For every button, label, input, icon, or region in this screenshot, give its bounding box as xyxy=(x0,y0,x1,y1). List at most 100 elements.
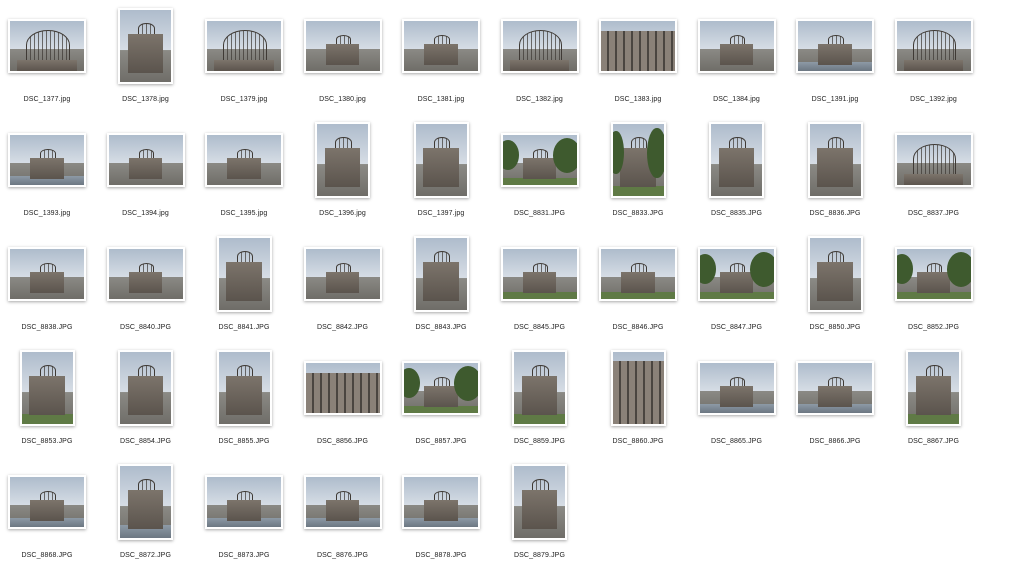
file-item[interactable]: DSC_8846.JPG xyxy=(589,231,687,345)
file-item[interactable]: DSC_8831.JPG xyxy=(491,117,589,231)
thumbnail-image[interactable] xyxy=(906,350,961,426)
file-name-label[interactable]: DSC_1382.jpg xyxy=(491,96,589,103)
file-item[interactable]: DSC_8854.JPG xyxy=(97,345,195,459)
file-name-label[interactable]: DSC_1379.jpg xyxy=(195,96,293,103)
file-name-label[interactable]: DSC_8873.JPG xyxy=(195,552,293,559)
file-item[interactable]: DSC_8841.JPG xyxy=(195,231,293,345)
thumbnail-image[interactable] xyxy=(512,350,567,426)
file-item[interactable]: DSC_1379.jpg xyxy=(195,3,293,117)
thumbnail-image[interactable] xyxy=(8,19,86,73)
file-item[interactable]: DSC_8847.JPG xyxy=(688,231,786,345)
thumbnail-image[interactable] xyxy=(106,133,185,187)
file-item[interactable]: DSC_1391.jpg xyxy=(786,3,884,117)
file-name-label[interactable]: DSC_1378.jpg xyxy=(97,96,195,103)
file-name-label[interactable]: DSC_8855.JPG xyxy=(195,438,293,445)
file-item[interactable]: DSC_8872.JPG xyxy=(97,459,195,573)
file-name-label[interactable]: DSC_8836.JPG xyxy=(786,210,884,217)
thumbnail-image[interactable] xyxy=(894,247,973,301)
thumbnail-image[interactable] xyxy=(303,475,382,529)
thumbnail-image[interactable] xyxy=(8,133,86,187)
file-item[interactable]: DSC_8868.JPG xyxy=(0,459,96,573)
file-item[interactable]: DSC_8833.JPG xyxy=(589,117,687,231)
file-name-label[interactable]: DSC_8876.JPG xyxy=(294,552,392,559)
thumbnail-image[interactable] xyxy=(894,133,973,187)
file-name-label[interactable]: DSC_8854.JPG xyxy=(97,438,195,445)
thumbnail-image[interactable] xyxy=(697,19,776,73)
file-item[interactable]: DSC_8856.JPG xyxy=(294,345,392,459)
thumbnail-image[interactable] xyxy=(697,361,776,415)
file-item[interactable]: DSC_1384.jpg xyxy=(688,3,786,117)
file-item[interactable]: DSC_1380.jpg xyxy=(294,3,392,117)
file-name-label[interactable]: DSC_1383.jpg xyxy=(589,96,687,103)
file-name-label[interactable]: DSC_8866.JPG xyxy=(786,438,884,445)
file-item[interactable]: DSC_8866.JPG xyxy=(786,345,884,459)
file-name-label[interactable]: DSC_8865.JPG xyxy=(688,438,786,445)
file-name-label[interactable]: DSC_8845.JPG xyxy=(491,324,589,331)
thumbnail-image[interactable] xyxy=(413,236,469,312)
file-item[interactable]: DSC_1396.jpg xyxy=(294,117,392,231)
file-item[interactable]: DSC_1382.jpg xyxy=(491,3,589,117)
file-name-label[interactable]: DSC_1394.jpg xyxy=(97,210,195,217)
file-item[interactable]: DSC_8852.JPG xyxy=(885,231,983,345)
file-name-label[interactable]: DSC_8853.JPG xyxy=(0,438,96,445)
thumbnail-image[interactable] xyxy=(205,19,283,73)
file-name-label[interactable]: DSC_8835.JPG xyxy=(688,210,786,217)
thumbnail-image[interactable] xyxy=(303,247,382,301)
thumbnail-image[interactable] xyxy=(315,122,370,198)
file-item[interactable]: DSC_1392.jpg xyxy=(885,3,983,117)
file-item[interactable]: DSC_8879.JPG xyxy=(491,459,589,573)
file-item[interactable]: DSC_8860.JPG xyxy=(589,345,687,459)
file-item[interactable]: DSC_1383.jpg xyxy=(589,3,687,117)
file-name-label[interactable]: DSC_8833.JPG xyxy=(589,210,687,217)
thumbnail-image[interactable] xyxy=(796,19,874,73)
thumbnail-image[interactable] xyxy=(216,236,272,312)
file-item[interactable]: DSC_1381.jpg xyxy=(392,3,490,117)
file-item[interactable]: DSC_8843.JPG xyxy=(392,231,490,345)
thumbnail-image[interactable] xyxy=(402,475,480,529)
file-item[interactable]: DSC_8850.JPG xyxy=(786,231,884,345)
file-name-label[interactable]: DSC_1380.jpg xyxy=(294,96,392,103)
file-item[interactable]: DSC_8873.JPG xyxy=(195,459,293,573)
file-item[interactable]: DSC_8876.JPG xyxy=(294,459,392,573)
thumbnail-image[interactable] xyxy=(413,122,469,198)
file-item[interactable]: DSC_8853.JPG xyxy=(0,345,96,459)
file-item[interactable]: DSC_8838.JPG xyxy=(0,231,96,345)
thumbnail-image[interactable] xyxy=(8,475,86,529)
file-item[interactable]: DSC_8842.JPG xyxy=(294,231,392,345)
file-item[interactable]: DSC_1377.jpg xyxy=(0,3,96,117)
file-name-label[interactable]: DSC_1392.jpg xyxy=(885,96,983,103)
thumbnail-image[interactable] xyxy=(8,247,86,301)
thumbnail-image[interactable] xyxy=(697,247,776,301)
file-item[interactable]: DSC_1378.jpg xyxy=(97,3,195,117)
thumbnail-image[interactable] xyxy=(500,247,579,301)
file-name-label[interactable]: DSC_8841.JPG xyxy=(195,324,293,331)
thumbnail-image[interactable] xyxy=(118,8,173,84)
file-name-label[interactable]: DSC_8879.JPG xyxy=(491,552,589,559)
thumbnail-image[interactable] xyxy=(118,464,173,540)
file-name-label[interactable]: DSC_8842.JPG xyxy=(294,324,392,331)
file-name-label[interactable]: DSC_1393.jpg xyxy=(0,210,96,217)
file-item[interactable]: DSC_8835.JPG xyxy=(688,117,786,231)
file-name-label[interactable]: DSC_8867.JPG xyxy=(885,438,983,445)
file-name-label[interactable]: DSC_8840.JPG xyxy=(97,324,195,331)
thumbnail-image[interactable] xyxy=(500,133,579,187)
file-name-label[interactable]: DSC_8838.JPG xyxy=(0,324,96,331)
file-name-label[interactable]: DSC_8878.JPG xyxy=(392,552,490,559)
file-name-label[interactable]: DSC_8847.JPG xyxy=(688,324,786,331)
file-name-label[interactable]: DSC_1384.jpg xyxy=(688,96,786,103)
thumbnail-image[interactable] xyxy=(610,350,666,426)
file-name-label[interactable]: DSC_8872.JPG xyxy=(97,552,195,559)
file-item[interactable]: DSC_8878.JPG xyxy=(392,459,490,573)
file-name-label[interactable]: DSC_8850.JPG xyxy=(786,324,884,331)
file-name-label[interactable]: DSC_1396.jpg xyxy=(294,210,392,217)
file-name-label[interactable]: DSC_8837.JPG xyxy=(885,210,983,217)
file-item[interactable]: DSC_8837.JPG xyxy=(885,117,983,231)
file-item[interactable]: DSC_1393.jpg xyxy=(0,117,96,231)
thumbnail-image[interactable] xyxy=(894,19,973,73)
thumbnail-image[interactable] xyxy=(216,350,272,426)
file-item[interactable]: DSC_1394.jpg xyxy=(97,117,195,231)
file-name-label[interactable]: DSC_1377.jpg xyxy=(0,96,96,103)
file-item[interactable]: DSC_8845.JPG xyxy=(491,231,589,345)
thumbnail-image[interactable] xyxy=(303,361,382,415)
file-item[interactable]: DSC_8836.JPG xyxy=(786,117,884,231)
